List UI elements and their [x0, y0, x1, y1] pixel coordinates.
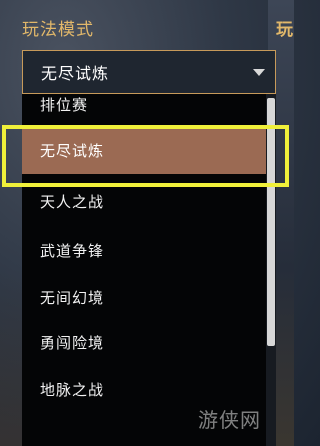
option-brave-danger[interactable]: 勇闯险境 — [22, 320, 266, 366]
dropdown-scrollbar-thumb[interactable] — [267, 98, 275, 346]
option-heaven-human-battle[interactable]: 天人之战 — [22, 179, 266, 225]
option-martial-contest[interactable]: 武道争锋 — [22, 228, 266, 274]
mode-select-value: 无尽试炼 — [41, 64, 110, 83]
mode-select[interactable]: 无尽试炼 — [22, 50, 276, 94]
option-endless-illusion[interactable]: 无间幻境 — [22, 275, 266, 321]
chevron-down-icon[interactable] — [253, 68, 265, 76]
option-endless-trial[interactable]: 无尽试炼 — [22, 128, 266, 174]
mode-dropdown-list: 排位赛 无尽试炼 天人之战 武道争锋 无间幻境 勇闯险境 地脉之战 — [22, 94, 266, 446]
section-label-right-truncated: 玩 — [276, 20, 293, 40]
section-label-play-mode: 玩法模式 — [22, 20, 94, 40]
watermark-logo: 游侠网 — [198, 408, 261, 432]
option-ranked[interactable]: 排位赛 — [22, 94, 266, 128]
background-fade — [0, 0, 22, 446]
